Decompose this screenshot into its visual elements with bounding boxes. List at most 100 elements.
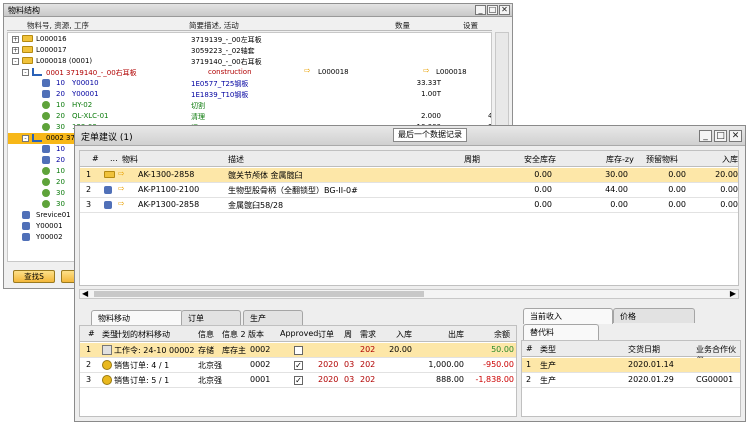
tree-row-quantity: 2.000	[420, 112, 441, 120]
close-button[interactable]: ✕	[729, 130, 742, 142]
col-week[interactable]: 周	[344, 329, 352, 340]
tree-row-sequence: 10	[56, 79, 65, 87]
close-button[interactable]: ✕	[499, 5, 510, 15]
col-inbound[interactable]: 入库	[396, 329, 412, 340]
tab-production[interactable]: 生产	[243, 310, 303, 325]
tree-row[interactable]: 20 Y00001 1E1839_T10钢板 1.00T	[8, 89, 491, 100]
col-item[interactable]: 物料	[122, 154, 138, 165]
col-outbound[interactable]: 出库	[448, 329, 464, 340]
col-quantity[interactable]: 数量	[395, 20, 410, 31]
week: 03	[344, 375, 355, 384]
link-arrow-icon[interactable]: ⇨	[423, 67, 433, 75]
find-button[interactable]: 查找S	[13, 270, 55, 283]
tree-row[interactable]: + L000016 3719139_-_00左耳板	[8, 34, 491, 45]
col-order[interactable]: 订单	[318, 329, 334, 340]
reserved-material: 0.00	[668, 185, 686, 194]
horizontal-scrollbar[interactable]: ◀ ▶	[79, 289, 739, 299]
movement-row[interactable]: 1 工作令: 24-10 00002 存储 库存主 0002 202 20.00 50.00	[80, 343, 516, 358]
minimize-button[interactable]: _	[475, 5, 486, 15]
scroll-thumb[interactable]	[94, 291, 424, 297]
tree-row-code: QL-XLC-01	[72, 112, 109, 120]
tree-row-sequence: 30	[56, 200, 65, 208]
tree-row[interactable]: 20 QL-XLC-01 清理 2.000 4	[8, 111, 491, 122]
col-setup[interactable]: 设置	[463, 20, 478, 31]
minimize-button[interactable]: _	[699, 130, 712, 142]
balance: -1,838.00	[475, 375, 514, 384]
reserved-material: 0.00	[668, 170, 686, 179]
income-grid[interactable]: # 类型 交货日期 业务合作伙伴 1 生产 2020.01.14 2 生产 2020.01…	[521, 340, 741, 417]
reserved-material: 0.00	[668, 200, 686, 209]
col-stock[interactable]: 库存-zy	[606, 154, 634, 165]
item-description: 髋关节颅体 金属髋臼	[228, 171, 303, 180]
scroll-left-icon[interactable]: ◀	[82, 289, 88, 298]
approved-checkbox[interactable]	[294, 346, 303, 355]
col-balance[interactable]: 余额	[494, 329, 510, 340]
tree-row-description: 3059223_-_02轴套	[191, 47, 255, 55]
col-delivery-date[interactable]: 交货日期	[628, 344, 660, 355]
material-movement-grid[interactable]: # 类型 计划的材料移动 信息 信息 2 版本 Approved 订单 周 需求…	[79, 325, 517, 417]
link-arrow-icon[interactable]: ⇨	[304, 67, 314, 75]
expand-icon[interactable]: +	[12, 36, 19, 43]
collapse-icon[interactable]: -	[22, 135, 29, 142]
safety-stock: 0.00	[534, 200, 552, 209]
recommendation-row[interactable]: 1 ⇨ AK-1300-2858 髋关节颅体 金属髋臼 0.00 30.00 0.00 20.…	[80, 168, 738, 183]
col-version[interactable]: 版本	[248, 329, 264, 340]
collapse-icon[interactable]: -	[22, 69, 29, 76]
col-number[interactable]: #	[526, 344, 533, 353]
item-cube-icon	[42, 145, 50, 153]
tree-row[interactable]: -0001 3719140_-_00右耳板 construction ⇨ L00001…	[8, 67, 491, 78]
link-arrow-icon[interactable]: ⇨	[118, 185, 128, 193]
col-period[interactable]: 周期	[464, 154, 480, 165]
collapse-icon[interactable]: -	[12, 58, 19, 65]
tree-row[interactable]: 10 HY-02 切割	[8, 100, 491, 111]
business-partner: CG00001	[696, 375, 734, 384]
tree-row[interactable]: 10 Y00010 1E0577_T25钢板 33.33T	[8, 78, 491, 89]
movement-row[interactable]: 3 销售订单: 5 / 1 北京强 0001 ✓ 2020 03 202 888.00 -1,83…	[80, 373, 516, 388]
col-safety-stock[interactable]: 安全库存	[524, 154, 556, 165]
tree-row-description: 3719140_-_00右耳板	[191, 58, 262, 66]
item-cube-icon	[42, 90, 50, 98]
movement-row[interactable]: 2 销售订单: 4 / 1 北京强 0002 ✓ 2020 03 202 1,000.00 -95…	[80, 358, 516, 373]
link-arrow-icon[interactable]: ⇨	[118, 170, 128, 178]
tab-orders[interactable]: 订单	[181, 310, 241, 325]
col-planned-movement[interactable]: 计划的材料移动	[114, 329, 170, 340]
approved-checkbox[interactable]: ✓	[294, 361, 303, 370]
tab-current-income[interactable]: 当前收入	[523, 308, 613, 324]
link-arrow-icon[interactable]: ⇨	[118, 200, 128, 208]
col-info2[interactable]: 信息 2	[222, 329, 246, 340]
bom-window-title: 物料结构	[8, 6, 40, 15]
col-item-code[interactable]: 物料号, 资源, 工序	[27, 20, 89, 31]
col-type[interactable]: 类型	[540, 344, 556, 355]
maximize-button[interactable]: □	[714, 130, 727, 142]
folder-icon	[22, 57, 33, 64]
bom-window-titlebar[interactable]: 物料结构 _ □ ✕	[4, 4, 512, 17]
recommendation-row[interactable]: 2 ⇨ AK-P1100-2100 生物型股骨柄（全翻锁型）BG-II-0# 0.00 4…	[80, 183, 738, 198]
col-more[interactable]: ...	[110, 154, 118, 163]
recommendation-grid[interactable]: # ... 物料 描述 周期 安全库存 库存-zy 预留物料 入库 1 ⇨ AK-1…	[79, 150, 739, 286]
tab-price[interactable]: 价格	[613, 308, 695, 323]
tab-substitute[interactable]: 替代料	[523, 324, 599, 340]
expand-icon[interactable]: +	[12, 47, 19, 54]
recommendation-row[interactable]: 3 ⇨ AK-P1300-2858 金属髋臼58/28 0.00 0.00 0.00 0.00	[80, 198, 738, 213]
income-row[interactable]: 2 生产 2020.01.29 CG00001	[522, 373, 740, 388]
col-number[interactable]: #	[88, 329, 95, 338]
tree-row[interactable]: + L000017 3059223_-_02轴套	[8, 45, 491, 56]
order-year: 2020	[318, 360, 339, 369]
approved-checkbox[interactable]: ✓	[294, 376, 303, 385]
tab-material-movement[interactable]: 物料移动	[91, 310, 183, 326]
col-number[interactable]: #	[92, 154, 99, 163]
col-demand[interactable]: 需求	[360, 329, 376, 340]
col-description[interactable]: 描述	[228, 154, 244, 165]
tree-row[interactable]: - L000018 (0001) 3719140_-_00右耳板	[8, 56, 491, 67]
col-info[interactable]: 信息	[198, 329, 214, 340]
maximize-button[interactable]: □	[487, 5, 498, 15]
col-reserved[interactable]: 预留物料	[646, 154, 678, 165]
order-window-titlebar[interactable]: 定单建议 (1) 最后一个数据记录 _ □ ✕	[75, 126, 745, 146]
folder-icon	[104, 171, 115, 178]
row-number: 3	[86, 200, 92, 209]
col-inbound[interactable]: 入库	[722, 154, 738, 165]
col-approved[interactable]: Approved	[280, 329, 318, 338]
income-row[interactable]: 1 生产 2020.01.14	[522, 358, 740, 373]
scroll-right-icon[interactable]: ▶	[730, 289, 736, 298]
col-description[interactable]: 简要描述, 活动	[189, 20, 239, 31]
